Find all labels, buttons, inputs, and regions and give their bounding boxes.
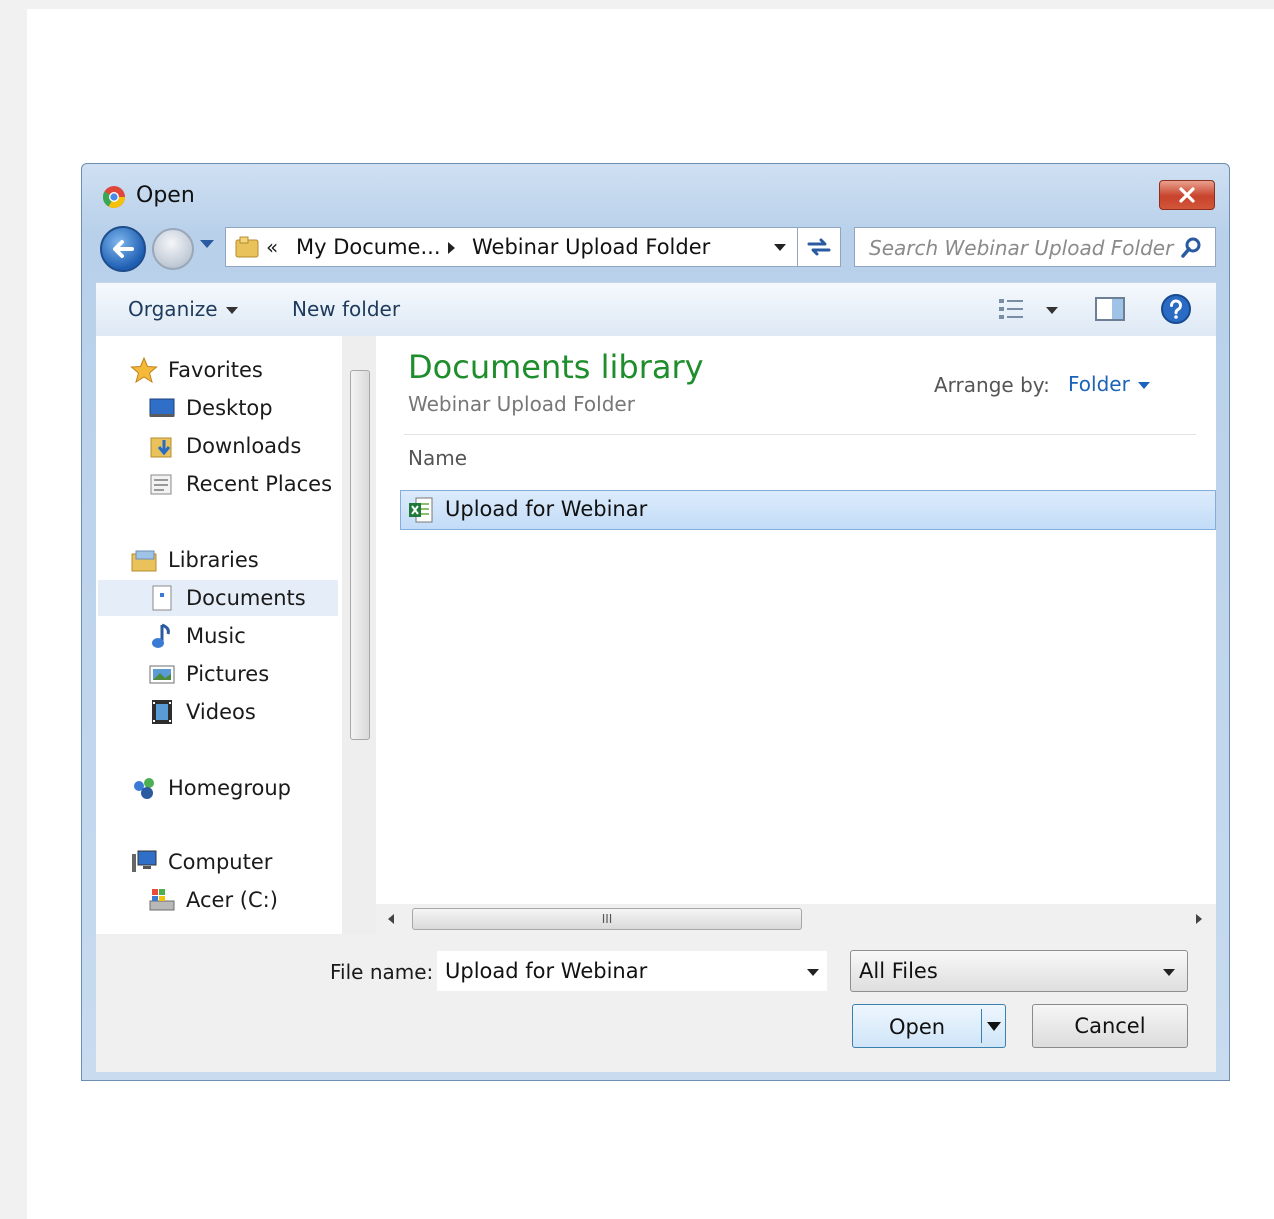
- address-bar[interactable]: « My Docume... Webinar Upload Folder: [225, 227, 841, 267]
- nav-item-videos[interactable]: Videos: [148, 694, 256, 730]
- nav-item-music[interactable]: Music: [148, 618, 246, 654]
- videos-icon: [152, 700, 172, 724]
- file-name-combobox[interactable]: Upload for Webinar: [436, 950, 828, 992]
- scroll-right-icon[interactable]: [1196, 914, 1202, 924]
- search-box[interactable]: Search Webinar Upload Folder: [854, 227, 1216, 267]
- nav-homegroup-label: Homegroup: [168, 776, 292, 800]
- recent-places-icon: [150, 474, 172, 495]
- nav-item-label: Desktop: [186, 396, 273, 420]
- nav-pane-scrollbar[interactable]: [342, 336, 376, 934]
- navigation-pane: Favorites Desktop Downloads Recent Place…: [96, 336, 342, 934]
- file-name-label: File name:: [330, 960, 434, 984]
- cancel-button[interactable]: Cancel: [1032, 1004, 1188, 1048]
- close-button[interactable]: [1159, 180, 1215, 210]
- file-name-dropdown-icon[interactable]: [807, 969, 819, 976]
- back-arrow-icon: [113, 240, 134, 258]
- music-icon: [152, 623, 170, 648]
- organize-dropdown-icon[interactable]: [226, 307, 238, 314]
- file-type-value: All Files: [859, 959, 938, 983]
- nav-scrollbar-thumb[interactable]: [350, 370, 370, 740]
- arrange-by-dropdown[interactable]: Folder: [1068, 372, 1130, 396]
- views-dropdown-icon[interactable]: [1046, 307, 1058, 314]
- open-button[interactable]: Open: [852, 1004, 1006, 1048]
- change-view-icon[interactable]: [996, 295, 1028, 323]
- nav-computer[interactable]: Computer: [130, 844, 272, 880]
- nav-item-label: Downloads: [186, 434, 302, 458]
- organize-menu[interactable]: Organize: [128, 297, 218, 321]
- breadcrumb-overflow[interactable]: «: [266, 235, 278, 259]
- browser-body: Favorites Desktop Downloads Recent Place…: [96, 336, 1216, 934]
- nav-libraries-label: Libraries: [168, 548, 259, 572]
- open-button-label: Open: [889, 1015, 946, 1039]
- drive-icon: [149, 889, 175, 911]
- library-title: Documents library: [408, 348, 704, 386]
- file-row[interactable]: Upload for Webinar: [400, 490, 1216, 530]
- nav-homegroup[interactable]: Homegroup: [130, 770, 291, 806]
- excel-file-icon: [409, 497, 433, 523]
- help-icon[interactable]: [1160, 293, 1192, 325]
- folder-icon: [235, 236, 259, 258]
- open-options-dropdown-icon[interactable]: [987, 1022, 1001, 1031]
- nav-favorites[interactable]: Favorites: [130, 352, 263, 388]
- nav-item-label: Videos: [186, 700, 256, 724]
- homegroup-icon: [134, 778, 154, 799]
- address-dropdown-icon[interactable]: [774, 244, 786, 251]
- nav-item-acer-c[interactable]: Acer (C:): [148, 882, 278, 918]
- nav-libraries[interactable]: Libraries: [130, 542, 259, 578]
- command-bar: Organize New folder: [96, 282, 1216, 338]
- file-name: Upload for Webinar: [445, 497, 648, 521]
- footer-area: File name: Upload for Webinar All Files …: [96, 934, 1216, 1072]
- computer-icon: [132, 850, 157, 872]
- new-folder-button[interactable]: New folder: [292, 297, 400, 321]
- arrange-dropdown-icon[interactable]: [1138, 382, 1150, 389]
- nav-item-label: Recent Places: [186, 472, 333, 496]
- breadcrumb-webinar-upload-folder[interactable]: Webinar Upload Folder: [472, 235, 710, 259]
- nav-item-downloads[interactable]: Downloads: [148, 428, 301, 464]
- back-button[interactable]: [100, 226, 146, 272]
- window-title: Open: [136, 183, 195, 208]
- search-icon[interactable]: [1179, 236, 1203, 260]
- title-bar: Open: [82, 164, 1229, 222]
- preview-pane-icon[interactable]: [1094, 295, 1126, 323]
- breadcrumb-separator-icon[interactable]: [448, 242, 455, 254]
- refresh-button[interactable]: [797, 227, 841, 267]
- nav-item-pictures[interactable]: Pictures: [148, 656, 269, 692]
- refresh-icon: [807, 238, 831, 256]
- horizontal-scrollbar-thumb[interactable]: III: [412, 908, 802, 930]
- nav-item-documents[interactable]: Documents: [98, 580, 338, 616]
- file-type-dropdown-icon[interactable]: [1163, 969, 1175, 976]
- scroll-left-icon[interactable]: [388, 914, 394, 924]
- file-type-select[interactable]: All Files: [850, 950, 1188, 992]
- arrange-by-label: Arrange by:: [934, 373, 1050, 397]
- open-split-divider: [981, 1009, 982, 1043]
- recent-pages-dropdown-icon[interactable]: [200, 240, 214, 248]
- breadcrumb-my-documents[interactable]: My Docume...: [296, 235, 441, 259]
- nav-computer-label: Computer: [168, 850, 273, 874]
- nav-favorites-label: Favorites: [168, 358, 263, 382]
- chrome-icon: [103, 186, 125, 208]
- star-icon: [130, 356, 158, 384]
- file-name-input[interactable]: Upload for Webinar: [445, 959, 647, 983]
- nav-item-label: Acer (C:): [186, 888, 278, 912]
- search-input[interactable]: Search Webinar Upload Folder: [869, 236, 1173, 260]
- desktop-icon: [149, 398, 175, 417]
- nav-item-desktop[interactable]: Desktop: [148, 390, 273, 426]
- downloads-icon: [150, 437, 172, 458]
- libraries-icon: [131, 550, 157, 572]
- library-subtitle: Webinar Upload Folder: [408, 392, 635, 416]
- header-divider: [404, 434, 1196, 435]
- pictures-icon: [149, 665, 175, 684]
- file-list-horizontal-scrollbar[interactable]: III: [376, 904, 1216, 934]
- forward-button[interactable]: [152, 228, 194, 270]
- nav-item-label: Documents: [186, 586, 306, 610]
- nav-item-recent-places[interactable]: Recent Places: [148, 466, 332, 502]
- documents-icon: [152, 585, 172, 611]
- open-dialog: Open « My Docume... Webinar Upload Folde…: [81, 163, 1230, 1081]
- file-list-pane: Documents library Webinar Upload Folder …: [376, 336, 1216, 904]
- column-header-name[interactable]: Name: [408, 446, 467, 470]
- nav-item-label: Music: [186, 624, 246, 648]
- close-icon: [1179, 187, 1195, 203]
- nav-item-label: Pictures: [186, 662, 270, 686]
